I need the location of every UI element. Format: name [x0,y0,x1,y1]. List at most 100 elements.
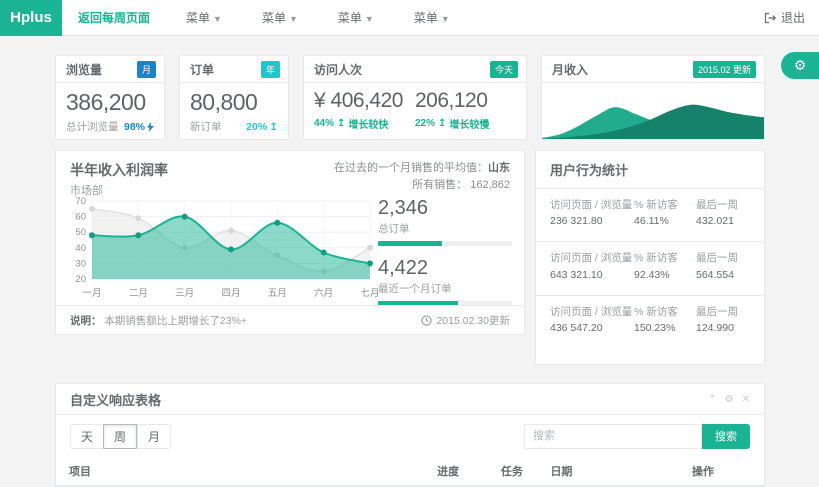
svg-text:60: 60 [75,212,86,223]
svg-text:三月: 三月 [175,288,194,299]
column-header-project[interactable]: 项目 [56,457,424,486]
stat-value: 92.43% [634,268,696,283]
logout-label: 退出 [781,9,805,26]
nav-menu-3[interactable]: 菜单▼ [318,9,394,26]
svg-text:四月: 四月 [221,288,240,299]
visits-value-1: ¥ 406,420 [314,89,415,113]
nav-menu-4-label: 菜单 [414,11,438,25]
nav-menu-4[interactable]: 菜单▼ [394,9,470,26]
pageviews-value: 386,200 [66,89,154,116]
card-visits-title: 访问人次 [314,61,362,78]
chevron-down-icon: ▼ [289,14,298,24]
profit-panel-meta: 在过去的一个月销售的平均值：山东 所有销售： 162,862 [334,160,510,198]
user-stats-row: 访问页面 / 浏览量436 547.20 % 新访客150.23% 最后一周12… [536,296,764,348]
svg-text:30: 30 [75,258,86,269]
orders-value: 80,800 [190,89,278,116]
wrench-icon[interactable]: ⚙ [725,394,734,405]
panel-updated: 2015.02.30更新 [421,313,510,328]
visits-stat-2: 22%↥增长较慢 [415,116,516,131]
period-tabs: 天 周 月 [70,424,171,449]
stat-label: 最后一周 [696,306,738,318]
card-income: 月收入 2015.02 更新 [541,55,765,140]
clock-icon [421,315,432,326]
panel-note: 说明： 本期销售额比上期增长了23%+ [70,313,247,328]
svg-text:七月: 七月 [360,288,379,299]
column-header-task[interactable]: 任务 [488,457,538,486]
sales-value: 162,862 [470,179,510,191]
svg-text:70: 70 [75,196,86,207]
svg-text:六月: 六月 [314,287,333,299]
user-stats-panel: 用户行为统计 访问页面 / 浏览量236 321.80 % 新访客46.11% … [535,150,765,365]
custom-table-panel: 自定义响应表格 ⌃ ⚙ ✕ 天 周 月 搜索 项目 进度 任务 日期 操作 [55,383,765,487]
bolt-icon [147,122,154,132]
income-area-chart [542,82,764,139]
stat-label: 最后一周 [696,199,738,211]
card-income-badge: 2015.02 更新 [693,61,756,78]
month-orders-value: 4,422 [378,257,512,280]
settings-fab-button[interactable]: ⚙ [781,52,819,79]
card-pageviews-title: 浏览量 [66,61,102,78]
svg-text:40: 40 [75,243,86,254]
logout-button[interactable]: 退出 [764,0,805,35]
stat-value: 643 321.10 [550,268,634,283]
column-header-progress[interactable]: 进度 [424,457,488,486]
tab-day[interactable]: 天 [70,424,103,449]
profit-chart-wrap: 203040506070一月二月三月四月五月六月七月 [60,195,382,299]
nav-home-link[interactable]: 返回每周页面 [62,9,166,26]
close-icon[interactable]: ✕ [742,394,750,405]
column-header-date[interactable]: 日期 [537,457,679,486]
month-orders-label: 最近一个月订单 [378,281,512,296]
level-up-icon: ↥ [269,121,278,133]
profit-panel-title: 半年收入利润率 [70,160,168,180]
total-orders-progressbar [378,241,512,246]
nav-links: 返回每周页面 菜单▼ 菜单▼ 菜单▼ 菜单▼ [62,0,470,35]
card-visits: 访问人次 今天 ¥ 406,420 44%↥增长较快 206,120 22%↥增… [303,55,527,140]
stat-cards-row: 浏览量 月 386,200 总计浏览量 98% 订单 年 80,800 新订单 … [55,55,765,140]
orders-summary: 2,346 总订单 4,422 最近一个月订单 [378,197,512,317]
stat-value: 46.11% [634,214,696,229]
pageviews-stat: 98% [124,121,154,133]
svg-text:二月: 二月 [129,288,148,299]
stat-value: 236 321.80 [550,214,634,229]
projects-table: 项目 进度 任务 日期 操作 米莫说 | MiMO Show 20% 2014.… [56,457,764,487]
app-logo[interactable]: Hplus [0,0,62,36]
nav-menu-2-label: 菜单 [262,11,286,25]
total-orders-label: 总订单 [378,221,512,236]
orders-stat: 20%↥ [246,121,278,133]
gear-icon: ⚙ [794,57,807,74]
svg-text:五月: 五月 [268,288,287,299]
profit-line-chart: 203040506070一月二月三月四月五月六月七月 [60,195,382,299]
card-income-title: 月收入 [552,61,588,78]
level-up-icon: ↥ [438,118,446,129]
search-input[interactable] [524,424,702,449]
user-stats-row: 访问页面 / 浏览量643 321.10 % 新访客92.43% 最后一周564… [536,242,764,295]
card-visits-badge: 今天 [490,61,518,78]
table-panel-title: 自定义响应表格 [70,390,161,409]
tab-month[interactable]: 月 [137,424,171,449]
tab-week[interactable]: 周 [103,424,137,449]
visits-stat-1: 44%↥增长较快 [314,116,415,131]
svg-text:一月: 一月 [82,288,101,299]
top-navbar: Hplus 返回每周页面 菜单▼ 菜单▼ 菜单▼ 菜单▼ 退出 [0,0,819,36]
card-orders-badge: 年 [261,61,280,78]
total-orders-value: 2,346 [378,197,512,220]
card-orders: 订单 年 80,800 新订单 20%↥ [179,55,289,140]
stat-label: % 新访客 [634,199,678,211]
stat-label: % 新访客 [634,306,678,318]
nav-menu-1-label: 菜单 [186,11,210,25]
stat-label: % 新访客 [634,252,678,264]
stat-value: 150.23% [634,321,696,336]
column-header-action[interactable]: 操作 [679,457,764,486]
visits-value-2: 206,120 [415,89,516,113]
pageviews-label: 总计浏览量 [66,119,119,134]
level-up-icon: ↥ [337,118,345,129]
sign-out-icon [764,12,776,24]
user-stats-row: 访问页面 / 浏览量236 321.80 % 新访客46.11% 最后一周432… [536,189,764,242]
search-button[interactable]: 搜索 [702,424,750,449]
nav-menu-1[interactable]: 菜单▼ [166,9,242,26]
nav-menu-2[interactable]: 菜单▼ [242,9,318,26]
stat-value: 564.554 [696,268,750,283]
card-pageviews-badge: 月 [137,61,156,78]
collapse-icon[interactable]: ⌃ [708,394,716,405]
user-stats-title: 用户行为统计 [536,151,764,189]
